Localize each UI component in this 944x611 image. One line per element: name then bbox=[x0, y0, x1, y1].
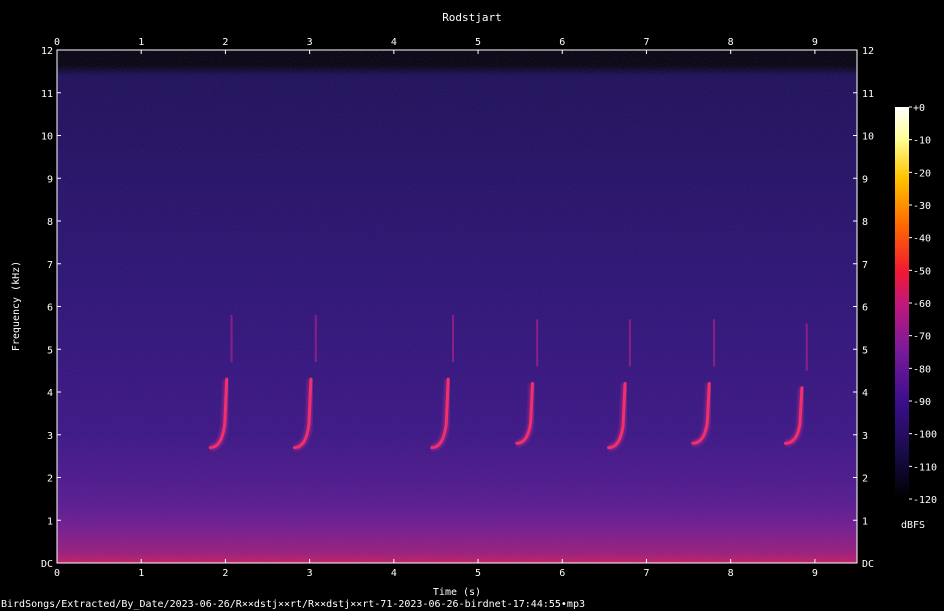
y-tick-label-right: 4 bbox=[862, 388, 868, 399]
y-tick-label-right: 3 bbox=[862, 431, 868, 442]
colorbar-tick-label: -90 bbox=[913, 397, 931, 408]
colorbar-tick-label: -70 bbox=[913, 332, 931, 343]
colorbar-tick-label: -60 bbox=[913, 299, 931, 310]
colorbar-tick-label: -100 bbox=[913, 430, 937, 441]
x-tick-label-top: 0 bbox=[54, 37, 60, 48]
y-tick-label-right: 2 bbox=[862, 474, 868, 485]
x-tick-label-top: 1 bbox=[138, 37, 144, 48]
x-tick-label-bottom: 9 bbox=[812, 568, 818, 579]
y-tick-label-left: 4 bbox=[47, 388, 53, 399]
x-tick-label-bottom: 6 bbox=[559, 568, 565, 579]
x-tick-label-top: 8 bbox=[728, 37, 734, 48]
y-axis-label: Frequency (kHz) bbox=[11, 261, 22, 351]
x-tick-label-top: 3 bbox=[307, 37, 313, 48]
y-tick-label-right: 7 bbox=[862, 260, 868, 271]
colorbar-tick-label: -30 bbox=[913, 201, 931, 212]
x-tick-label-bottom: 5 bbox=[475, 568, 481, 579]
y-tick-label-right: 5 bbox=[862, 345, 868, 356]
y-tick-label-left: DC bbox=[41, 559, 53, 570]
y-tick-label-right: 1 bbox=[862, 516, 868, 527]
x-tick-label-bottom: 7 bbox=[643, 568, 649, 579]
y-tick-label-right: 12 bbox=[862, 46, 874, 57]
y-tick-label-left: 3 bbox=[47, 431, 53, 442]
y-tick-label-right: 11 bbox=[862, 89, 874, 100]
y-tick-label-right: 6 bbox=[862, 303, 868, 314]
x-tick-label-bottom: 1 bbox=[138, 568, 144, 579]
y-tick-label-right: DC bbox=[862, 559, 874, 570]
spectrogram-chart: Rodstjart Time (s) Frequency (kHz) 00112… bbox=[11, 11, 937, 598]
plot-noise bbox=[57, 50, 857, 563]
y-tick-label-left: 11 bbox=[41, 89, 53, 100]
colorbar bbox=[895, 107, 909, 499]
colorbar-tick-label: -50 bbox=[913, 266, 931, 277]
x-tick-label-top: 9 bbox=[812, 37, 818, 48]
x-tick-label-top: 7 bbox=[643, 37, 649, 48]
y-tick-label-left: 10 bbox=[41, 132, 53, 143]
x-axis-label: Time (s) bbox=[433, 587, 481, 598]
y-tick-label-left: 6 bbox=[47, 303, 53, 314]
x-tick-label-bottom: 8 bbox=[728, 568, 734, 579]
colorbar-tick-label: +0 bbox=[913, 103, 925, 114]
y-tick-label-right: 8 bbox=[862, 217, 868, 228]
colorbar-tick-label: -110 bbox=[913, 462, 937, 473]
y-tick-label-right: 10 bbox=[862, 132, 874, 143]
colorbar-tick-label: -40 bbox=[913, 234, 931, 245]
x-tick-label-bottom: 0 bbox=[54, 568, 60, 579]
file-path-footer: BirdSongs/Extracted/By_Date/2023-06-26/R… bbox=[1, 599, 585, 610]
y-tick-label-left: 5 bbox=[47, 345, 53, 356]
y-tick-label-right: 9 bbox=[862, 174, 868, 185]
x-tick-label-top: 5 bbox=[475, 37, 481, 48]
colorbar-ticks: +0 -10 -20 -30 -40 -50 -60 -70 -80 -90 -100 -110 -12… bbox=[909, 103, 937, 506]
x-tick-label-top: 6 bbox=[559, 37, 565, 48]
y-tick-label-left: 7 bbox=[47, 260, 53, 271]
x-tick-label-bottom: 3 bbox=[307, 568, 313, 579]
colorbar-tick-label: -120 bbox=[913, 495, 937, 506]
y-tick-label-left: 12 bbox=[41, 46, 53, 57]
chart-title: Rodstjart bbox=[442, 11, 502, 24]
colorbar-tick-label: -10 bbox=[913, 136, 931, 147]
x-tick-label-bottom: 2 bbox=[222, 568, 228, 579]
y-tick-label-left: 8 bbox=[47, 217, 53, 228]
x-tick-label-top: 2 bbox=[222, 37, 228, 48]
colorbar-label: dBFS bbox=[901, 520, 925, 531]
colorbar-tick-label: -20 bbox=[913, 168, 931, 179]
y-tick-label-left: 2 bbox=[47, 474, 53, 485]
y-tick-label-left: 1 bbox=[47, 516, 53, 527]
colorbar-tick-label: -80 bbox=[913, 364, 931, 375]
x-tick-label-bottom: 4 bbox=[391, 568, 397, 579]
x-tick-label-top: 4 bbox=[391, 37, 397, 48]
y-tick-label-left: 9 bbox=[47, 174, 53, 185]
